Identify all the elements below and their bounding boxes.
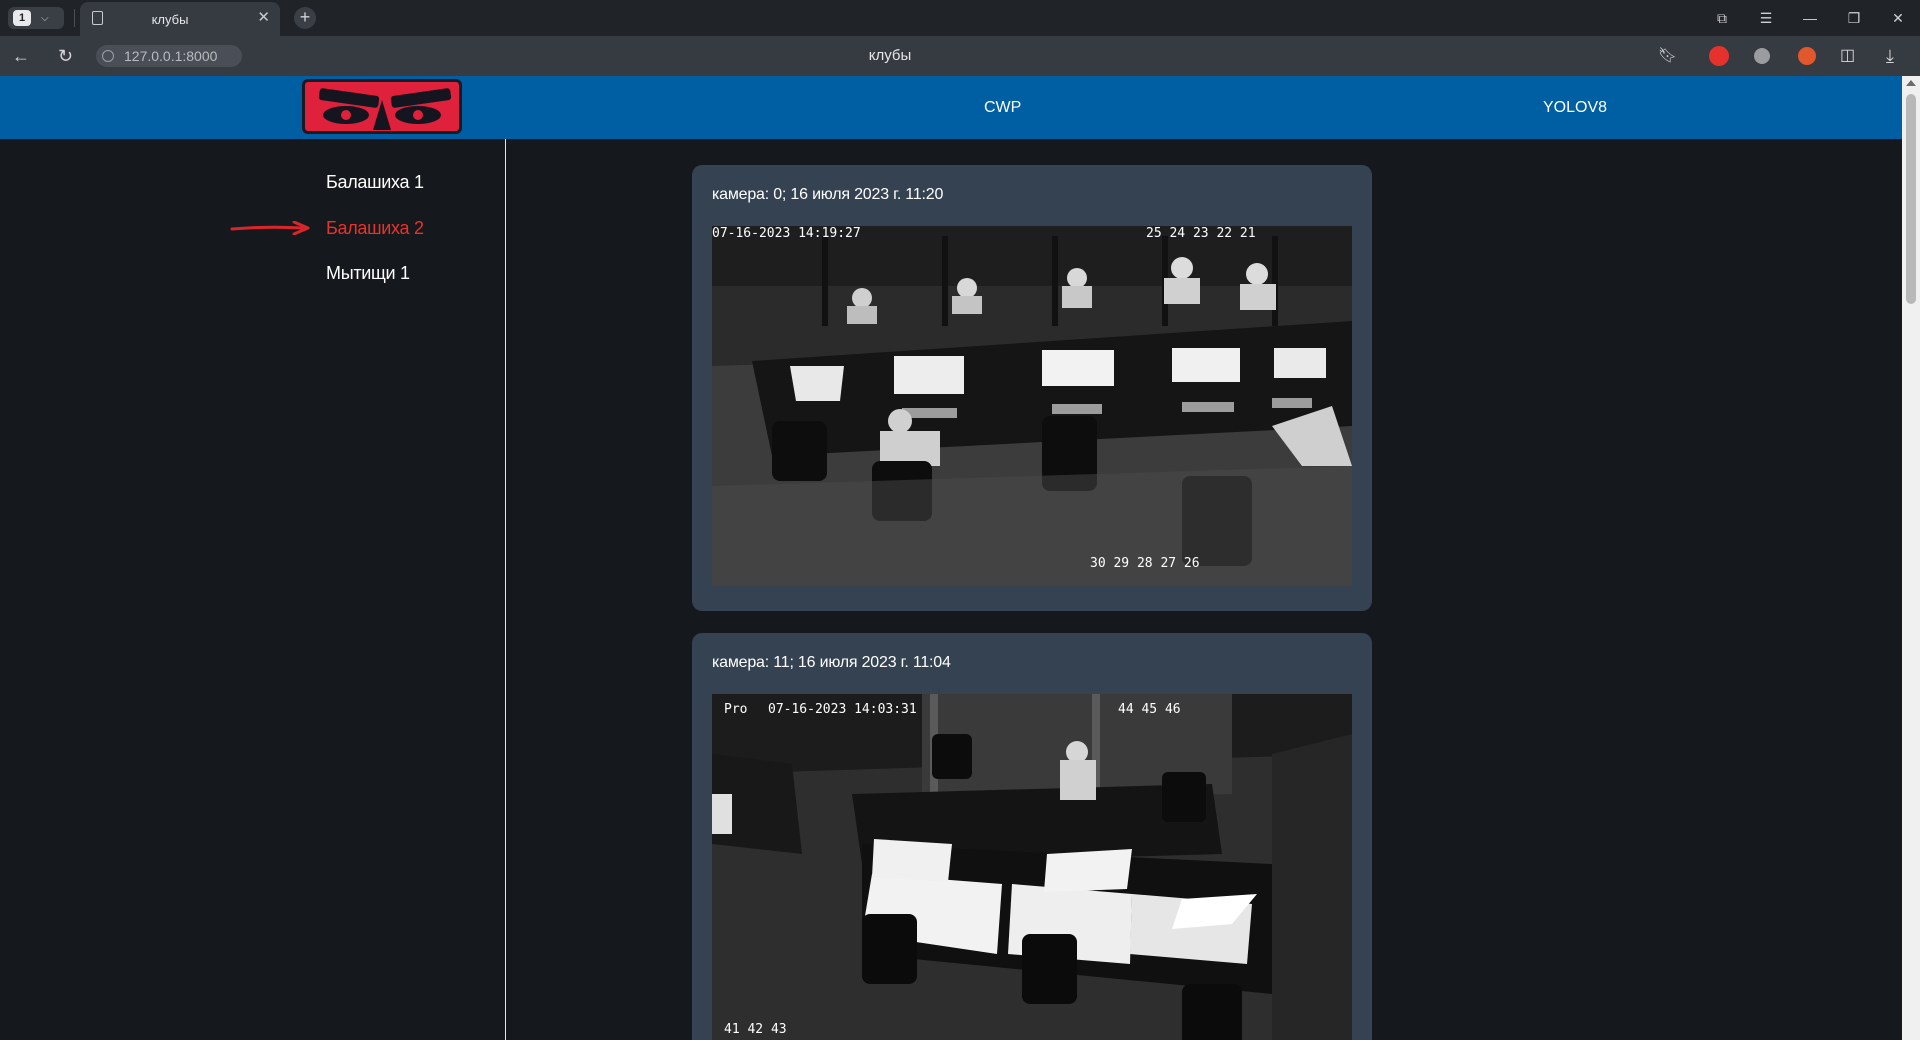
extension-icon[interactable] [1754,48,1770,64]
camera-seat-labels-bottom: 41 42 43 [724,1022,787,1037]
camera-scene [712,694,1352,1040]
camera-caption: камера: 0; 16 июля 2023 г. 11:20 [712,186,944,203]
sidebar-panel-icon[interactable]: ◫ [1840,45,1855,67]
bookmark-icon[interactable]: 🔖︎ [1658,45,1677,67]
site-info-icon[interactable] [102,50,114,62]
camera-snapshot[interactable]: 07-16-2023 14:19:27 25 24 23 22 21 30 29… [712,226,1352,586]
camera-scene [712,226,1352,586]
camera-timestamp: 07-16-2023 14:03:31 [768,702,917,717]
tab-title: клубы [151,12,189,27]
close-tab-icon[interactable]: ✕ [257,10,270,26]
logo-iris-right [413,110,423,120]
browser-tab-active[interactable]: клубы ✕ [80,2,280,36]
logo-iris-left [341,110,351,120]
active-item-arrow-icon [230,221,310,235]
scroll-up-icon[interactable] [1906,80,1916,86]
sidebar: Балашиха 1 Балашиха 2 Мытищи 1 [0,139,506,1040]
page-scrollbar[interactable] [1902,76,1920,1040]
nav-link-cwp[interactable]: CWP [984,99,1021,117]
nav-link-yolov8[interactable]: YOLOV8 [1543,99,1607,117]
camera-seat-labels-top: 44 45 46 [1118,702,1181,717]
new-tab-button[interactable]: + [294,7,316,29]
scrollbar-thumb[interactable] [1906,94,1916,304]
camera-card: камера: 11; 16 июля 2023 г. 11:04 Pro 07… [692,633,1372,1040]
address-bar: ← ↻ 127.0.0.1:8000 клубы 🔖︎ ◫ ⤓ [0,36,1920,76]
camera-card: камера: 0; 16 июля 2023 г. 11:20 07-16-2… [692,165,1372,611]
adblock-extension-icon[interactable] [1709,46,1729,66]
site-header: CWP YOLOV8 [0,76,1902,139]
window-controls: ⧉ ☰ — ❐ ✕ [1700,0,1920,36]
sidebar-item-mytishchi-1[interactable]: Мытищи 1 [326,263,410,284]
browser-tabbar: 1 ⌵ клубы ✕ + ⧉ ☰ — ❐ ✕ [0,0,1920,36]
tab-counter-button[interactable]: 1 ⌵ [8,7,64,29]
sidebar-item-balashikha-2[interactable]: Балашиха 2 [326,218,424,239]
back-arrow-icon[interactable]: ← [12,45,30,67]
camera-timestamp: 07-16-2023 14:19:27 [712,226,861,241]
camera-caption: камера: 11; 16 июля 2023 г. 11:04 [712,654,951,671]
camera-osd-prefix: Pro [724,702,748,717]
close-window-button[interactable]: ✕ [1876,10,1920,27]
collections-icon[interactable]: ⧉ [1700,10,1744,27]
sidebar-item-balashikha-1[interactable]: Балашиха 1 [326,172,424,193]
url-field[interactable]: 127.0.0.1:8000 [96,45,242,67]
tab-separator [74,9,75,27]
camera-feed-list: камера: 0; 16 июля 2023 г. 11:20 07-16-2… [507,139,1902,1040]
restore-button[interactable]: ❐ [1832,10,1876,27]
url-text: 127.0.0.1:8000 [124,48,218,64]
camera-snapshot[interactable]: Pro 07-16-2023 14:03:31 44 45 46 41 42 4… [712,694,1352,1040]
site-logo[interactable] [302,79,462,134]
chevron-down-icon: ⌵ [41,12,49,24]
page-title: клубы [868,47,912,64]
download-icon[interactable]: ⤓ [1886,45,1894,67]
camera-seat-labels-top: 25 24 23 22 21 [1146,226,1256,241]
fox-extension-icon[interactable] [1798,47,1816,65]
menu-icon[interactable]: ☰ [1744,10,1788,27]
reload-icon[interactable]: ↻ [58,45,73,67]
camera-seat-labels-bottom: 30 29 28 27 26 [1090,556,1200,571]
tab-count: 1 [13,10,31,26]
page-icon [92,11,103,25]
minimize-button[interactable]: — [1788,10,1832,26]
